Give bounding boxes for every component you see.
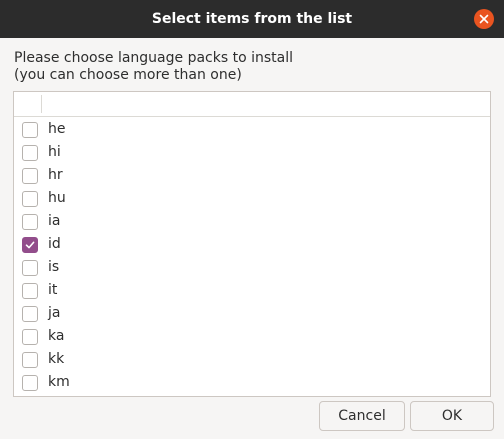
list-item[interactable]: hu <box>14 188 490 211</box>
checkbox[interactable] <box>22 283 38 299</box>
list-item-label: is <box>48 259 60 275</box>
list-item-label: ka <box>48 328 65 344</box>
list-item[interactable]: id <box>14 234 490 257</box>
prompt-line-2: (you can choose more than one) <box>14 67 242 83</box>
checkbox[interactable] <box>22 168 38 184</box>
list-item-label: kk <box>48 351 65 367</box>
list-item[interactable]: hr <box>14 165 490 188</box>
list-item-label: it <box>48 282 58 298</box>
list-item-label: hu <box>48 190 66 206</box>
list-item-label: id <box>48 236 61 252</box>
close-icon <box>479 14 489 24</box>
checkmark-icon <box>25 241 35 249</box>
prompt-text: Please choose language packs to install … <box>14 50 293 84</box>
list-item-label: km <box>48 374 70 390</box>
ok-button[interactable]: OK <box>410 401 494 431</box>
checkbox[interactable] <box>22 191 38 207</box>
list-item[interactable]: ia <box>14 211 490 234</box>
checkbox[interactable] <box>22 375 38 391</box>
column-separator <box>41 95 42 113</box>
list-item-label: hr <box>48 167 63 183</box>
list-item[interactable]: ja <box>14 303 490 326</box>
list-item[interactable]: hi <box>14 142 490 165</box>
list-item-label: ia <box>48 213 61 229</box>
checkbox[interactable] <box>22 122 38 138</box>
checkbox[interactable] <box>22 352 38 368</box>
checkbox[interactable] <box>22 237 38 253</box>
prompt-line-1: Please choose language packs to install <box>14 50 293 66</box>
list-header <box>14 92 490 117</box>
list-item[interactable]: it <box>14 280 490 303</box>
list-item[interactable]: ka <box>14 326 490 349</box>
checkbox[interactable] <box>22 260 38 276</box>
language-list[interactable]: guhehihrhuiaidisitjakakkkm <box>13 91 491 397</box>
list-item[interactable]: is <box>14 257 490 280</box>
window-title: Select items from the list <box>151 11 353 27</box>
checkbox[interactable] <box>22 329 38 345</box>
title-bar: Select items from the list <box>0 0 504 38</box>
checkbox[interactable] <box>22 214 38 230</box>
list-item[interactable]: he <box>14 119 490 142</box>
list-item[interactable]: km <box>14 372 490 395</box>
close-button[interactable] <box>474 9 494 29</box>
checkbox[interactable] <box>22 145 38 161</box>
list-item-label: ja <box>48 305 61 321</box>
cancel-button[interactable]: Cancel <box>319 401 405 431</box>
list-item[interactable]: kk <box>14 349 490 372</box>
checkbox[interactable] <box>22 306 38 322</box>
list-item-label: hi <box>48 144 61 160</box>
list-rows: guhehihrhuiaidisitjakakkkm <box>14 96 490 395</box>
list-item-label: he <box>48 121 66 137</box>
